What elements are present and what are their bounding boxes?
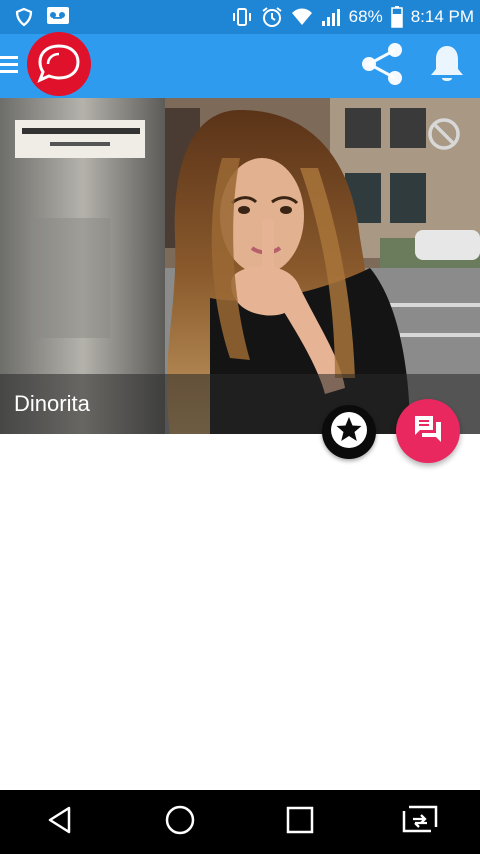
favorite-button[interactable]: [322, 405, 376, 459]
message-button[interactable]: [396, 399, 460, 463]
home-button[interactable]: [150, 790, 210, 854]
notifications-button[interactable]: [428, 43, 466, 90]
status-right: 68% 8:14 PM: [231, 6, 474, 28]
back-icon: [45, 805, 75, 840]
app-bar-actions: [360, 41, 480, 92]
shield-icon: [14, 7, 34, 27]
message-icon: [412, 413, 444, 450]
chat-logo-icon: [27, 31, 91, 101]
status-bar: 68% 8:14 PM: [0, 0, 480, 34]
signal-icon: [321, 7, 341, 27]
block-icon: [426, 118, 462, 156]
wifi-icon: [291, 7, 313, 27]
home-icon: [164, 804, 196, 841]
system-nav-bar: [0, 790, 480, 854]
menu-button[interactable]: [0, 34, 24, 98]
alarm-icon: [261, 6, 283, 28]
bell-icon: [428, 43, 466, 90]
app-bar: [0, 31, 480, 101]
recents-icon: [285, 805, 315, 840]
battery-icon: [390, 6, 403, 28]
switch-app-icon: [401, 805, 439, 840]
menu-icon: [0, 53, 18, 80]
profile-card[interactable]: Dinorita: [0, 98, 480, 434]
app-logo[interactable]: [26, 31, 92, 101]
clock-time: 8:14 PM: [410, 7, 474, 26]
battery-percent: 68%: [348, 7, 383, 26]
block-button[interactable]: [426, 116, 462, 152]
voicemail-icon: [46, 6, 70, 28]
recents-button[interactable]: [270, 790, 330, 854]
vibrate-icon: [231, 7, 253, 27]
back-button[interactable]: [30, 790, 90, 854]
profile-name: Dinorita: [14, 391, 90, 416]
star-icon: [329, 410, 369, 455]
status-left: [14, 6, 70, 28]
switch-app-button[interactable]: [390, 790, 450, 854]
share-icon: [360, 41, 406, 92]
share-button[interactable]: [360, 41, 406, 92]
